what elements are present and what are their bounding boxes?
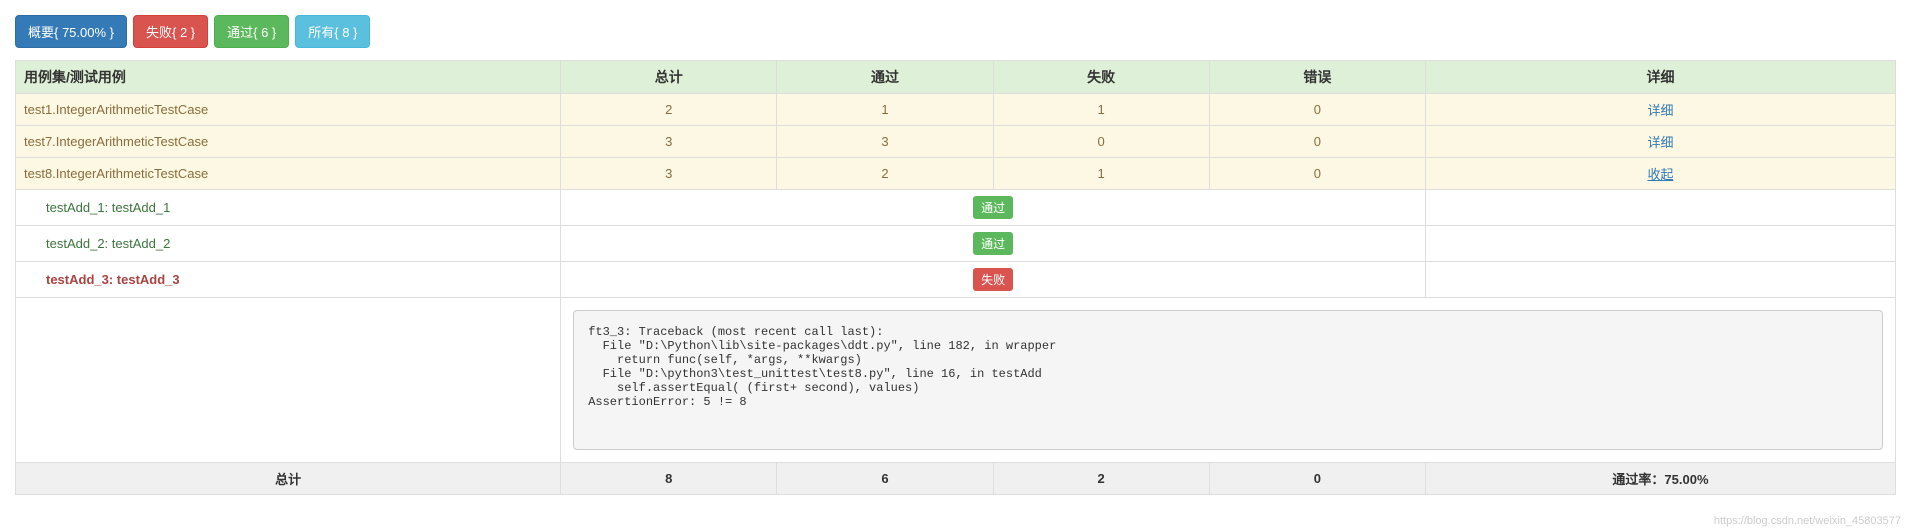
suite-fail: 1 bbox=[993, 158, 1209, 190]
case-empty bbox=[1425, 262, 1895, 298]
header-total: 总计 bbox=[561, 61, 777, 94]
case-empty bbox=[1425, 226, 1895, 262]
suite-error: 0 bbox=[1209, 158, 1425, 190]
suite-fail: 0 bbox=[993, 126, 1209, 158]
summary-button[interactable]: 概要{ 75.00% } bbox=[15, 15, 127, 48]
traceback-text: ft3_3: Traceback (most recent call last)… bbox=[573, 310, 1883, 450]
suite-name: test8.IntegerArithmeticTestCase bbox=[16, 158, 561, 190]
table-header-row: 用例集/测试用例 总计 通过 失败 错误 详细 bbox=[16, 61, 1896, 94]
traceback-row: ft3_3: Traceback (most recent call last)… bbox=[16, 298, 1896, 463]
test-case-row: testAdd_3: testAdd_3 失败 bbox=[16, 262, 1896, 298]
header-error: 错误 bbox=[1209, 61, 1425, 94]
suite-name: test7.IntegerArithmeticTestCase bbox=[16, 126, 561, 158]
suite-fail: 1 bbox=[993, 94, 1209, 126]
status-badge-pass[interactable]: 通过 bbox=[973, 232, 1013, 255]
footer-row: 总计 8 6 2 0 通过率：75.00% bbox=[16, 463, 1896, 495]
status-badge-pass[interactable]: 通过 bbox=[973, 196, 1013, 219]
case-status-cell: 失败 bbox=[561, 262, 1426, 298]
footer-rate: 通过率：75.00% bbox=[1425, 463, 1895, 495]
case-name: testAdd_3: testAdd_3 bbox=[16, 262, 561, 298]
filter-button-group: 概要{ 75.00% } 失败{ 2 } 通过{ 6 } 所有{ 8 } bbox=[15, 15, 1896, 48]
detail-link[interactable]: 详细 bbox=[1647, 135, 1673, 150]
watermark-text: https://blog.csdn.net/weixin_45803577 bbox=[1714, 515, 1901, 527]
suite-error: 0 bbox=[1209, 126, 1425, 158]
traceback-cell: ft3_3: Traceback (most recent call last)… bbox=[561, 298, 1896, 463]
suite-total: 3 bbox=[561, 126, 777, 158]
case-name: testAdd_2: testAdd_2 bbox=[16, 226, 561, 262]
traceback-pad bbox=[16, 298, 561, 463]
suite-detail-cell: 详细 bbox=[1425, 126, 1895, 158]
status-badge-fail[interactable]: 失败 bbox=[973, 268, 1013, 291]
detail-link[interactable]: 详细 bbox=[1647, 103, 1673, 118]
footer-total: 8 bbox=[561, 463, 777, 495]
footer-error: 0 bbox=[1209, 463, 1425, 495]
test-case-row: testAdd_1: testAdd_1 通过 bbox=[16, 190, 1896, 226]
collapse-link[interactable]: 收起 bbox=[1647, 167, 1673, 182]
suite-detail-cell: 收起 bbox=[1425, 158, 1895, 190]
footer-fail: 2 bbox=[993, 463, 1209, 495]
case-status-cell: 通过 bbox=[561, 226, 1426, 262]
suite-total: 3 bbox=[561, 158, 777, 190]
suite-detail-cell: 详细 bbox=[1425, 94, 1895, 126]
suite-error: 0 bbox=[1209, 94, 1425, 126]
footer-pass: 6 bbox=[777, 463, 993, 495]
header-pass: 通过 bbox=[777, 61, 993, 94]
case-status-cell: 通过 bbox=[561, 190, 1426, 226]
test-case-row: testAdd_2: testAdd_2 通过 bbox=[16, 226, 1896, 262]
suite-row: test7.IntegerArithmeticTestCase 3 3 0 0 … bbox=[16, 126, 1896, 158]
suite-row: test8.IntegerArithmeticTestCase 3 2 1 0 … bbox=[16, 158, 1896, 190]
header-detail: 详细 bbox=[1425, 61, 1895, 94]
suite-pass: 1 bbox=[777, 94, 993, 126]
pass-button[interactable]: 通过{ 6 } bbox=[214, 15, 289, 48]
suite-total: 2 bbox=[561, 94, 777, 126]
suite-row: test1.IntegerArithmeticTestCase 2 1 1 0 … bbox=[16, 94, 1896, 126]
case-name: testAdd_1: testAdd_1 bbox=[16, 190, 561, 226]
case-empty bbox=[1425, 190, 1895, 226]
header-name: 用例集/测试用例 bbox=[16, 61, 561, 94]
suite-pass: 2 bbox=[777, 158, 993, 190]
suite-pass: 3 bbox=[777, 126, 993, 158]
results-table: 用例集/测试用例 总计 通过 失败 错误 详细 test1.IntegerAri… bbox=[15, 60, 1896, 495]
header-fail: 失败 bbox=[993, 61, 1209, 94]
fail-button[interactable]: 失败{ 2 } bbox=[133, 15, 208, 48]
footer-label: 总计 bbox=[16, 463, 561, 495]
all-button[interactable]: 所有{ 8 } bbox=[295, 15, 370, 48]
suite-name: test1.IntegerArithmeticTestCase bbox=[16, 94, 561, 126]
